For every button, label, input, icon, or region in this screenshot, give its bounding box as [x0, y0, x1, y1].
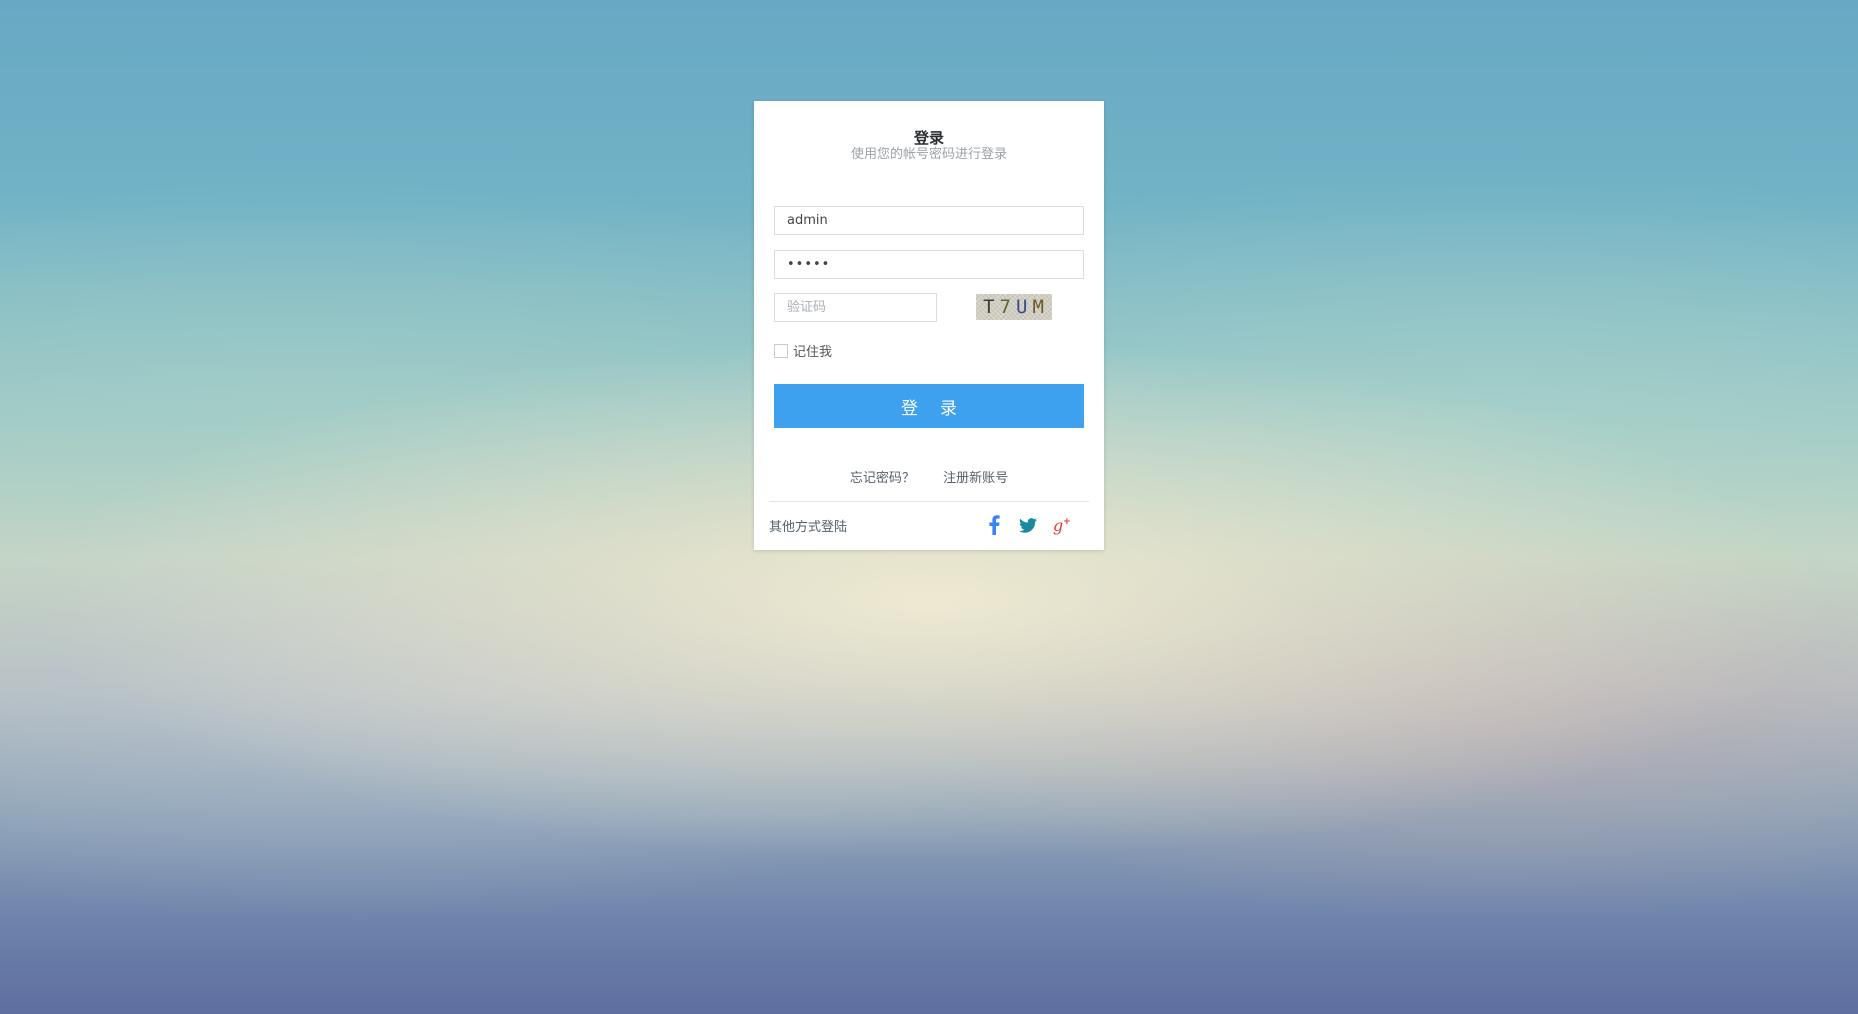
auth-links: 忘记密码？ 注册新账号	[754, 467, 1104, 486]
remember-me-checkbox[interactable]	[774, 343, 788, 358]
forgot-password-link[interactable]: 忘记密码？	[850, 471, 915, 486]
captcha-char: M	[1032, 296, 1045, 318]
login-title: 登录	[913, 129, 944, 147]
register-link[interactable]: 注册新账号	[943, 471, 1008, 486]
other-login-label: 其他方式登陆	[769, 520, 848, 535]
google-plus-login-button[interactable]: g +	[1051, 513, 1075, 537]
svg-text:+: +	[1063, 516, 1071, 527]
login-subtitle: 使用您的帐号密码进行登录	[850, 147, 1007, 162]
login-card: 登录 使用您的帐号密码进行登录 T 7 U M 记住我 登录 忘记密码？ 注册新…	[754, 101, 1104, 550]
username-input[interactable]	[774, 206, 1084, 235]
divider	[769, 501, 1089, 502]
twitter-icon	[1019, 517, 1037, 533]
remember-me[interactable]: 记住我	[774, 341, 832, 360]
captcha-image[interactable]: T 7 U M	[976, 294, 1052, 320]
google-plus-icon: g +	[1053, 516, 1071, 535]
facebook-icon	[989, 515, 1000, 535]
captcha-char: T	[983, 296, 996, 318]
captcha-input[interactable]	[774, 293, 937, 322]
login-button[interactable]: 登录	[774, 384, 1084, 428]
password-input[interactable]	[774, 250, 1084, 279]
login-header: 登录 使用您的帐号密码进行登录	[754, 129, 1104, 163]
captcha-char: 7	[999, 296, 1012, 318]
facebook-login-button[interactable]	[984, 513, 1004, 537]
captcha-char: U	[1016, 296, 1029, 318]
twitter-login-button[interactable]	[1016, 513, 1040, 537]
remember-me-label: 记住我	[793, 345, 833, 360]
svg-text:g: g	[1053, 516, 1063, 535]
